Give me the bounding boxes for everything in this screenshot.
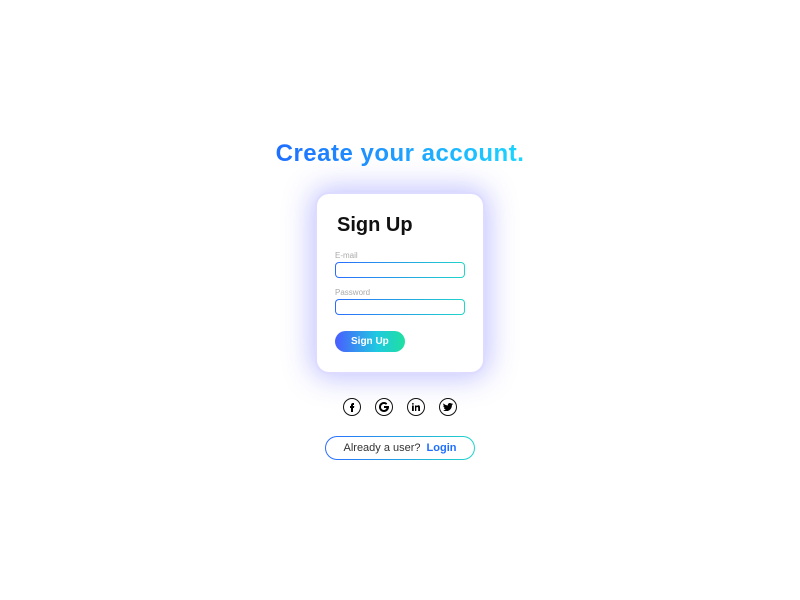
facebook-icon[interactable] (343, 398, 361, 416)
password-field[interactable] (336, 300, 464, 314)
login-pill: Already a user? Login (325, 436, 476, 460)
card-heading: Sign Up (337, 214, 465, 237)
login-prompt-text: Already a user? (344, 442, 421, 454)
email-field[interactable] (336, 263, 464, 277)
email-label: E-mail (335, 251, 465, 260)
twitter-icon[interactable] (439, 398, 457, 416)
signup-button[interactable]: Sign Up (335, 331, 405, 352)
google-icon[interactable] (375, 398, 393, 416)
password-label: Password (335, 288, 465, 297)
social-row (343, 398, 457, 416)
page-title: Create your account. (276, 140, 525, 168)
login-link[interactable]: Login (427, 442, 457, 454)
password-field-wrap (335, 299, 465, 315)
signup-card: Sign Up E-mail Password Sign Up (315, 192, 485, 374)
email-field-wrap (335, 262, 465, 278)
linkedin-icon[interactable] (407, 398, 425, 416)
signup-page: Create your account. Sign Up E-mail Pass… (0, 0, 800, 600)
